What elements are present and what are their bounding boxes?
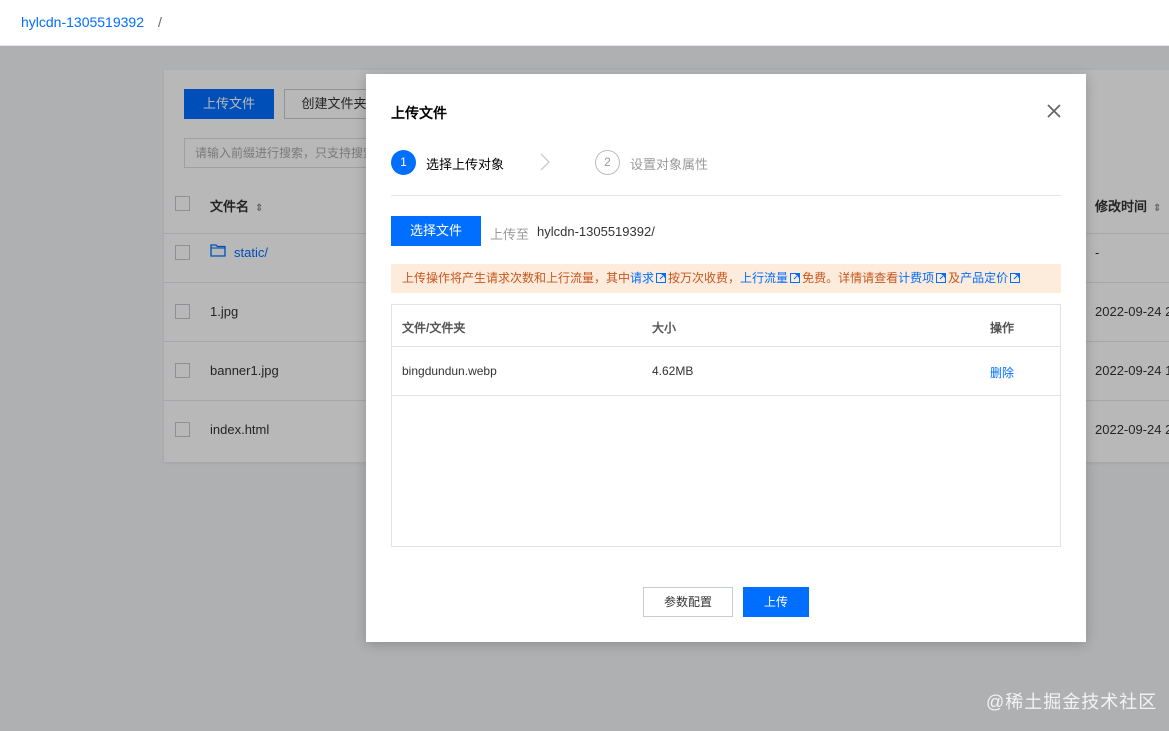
- notice-text: 免费。详情请查看: [802, 271, 899, 285]
- requests-link[interactable]: 请求: [630, 271, 654, 285]
- parameter-config-button[interactable]: 参数配置: [643, 587, 733, 617]
- notice-text: 按万次收费，: [668, 271, 741, 285]
- breadcrumb-bucket[interactable]: hylcdn-1305519392: [21, 14, 144, 30]
- table-row: bingdundun.webp 4.62MB 删除: [392, 347, 1060, 396]
- chevron-right-icon: [540, 153, 550, 171]
- step-1-number: 1: [391, 150, 416, 175]
- column-header-action: 操作: [990, 321, 1015, 335]
- upstream-traffic-link[interactable]: 上行流量: [740, 271, 788, 285]
- dialog-title: 上传文件: [391, 105, 447, 121]
- external-link-icon: [1010, 273, 1021, 283]
- upload-dialog: 上传文件 1 选择上传对象 2 设置对象属性 选择文件 上传至 hylcdn-1…: [366, 74, 1086, 642]
- product-pricing-link[interactable]: 产品定价: [960, 271, 1008, 285]
- step-1-label: 选择上传对象: [426, 157, 505, 172]
- upload-path: hylcdn-1305519392/: [537, 224, 655, 239]
- billing-notice: 上传操作将产生请求次数和上行流量，其中请求 按万次收费，上行流量 免费。详情请查看计…: [391, 264, 1061, 293]
- notice-text: 及: [948, 271, 961, 285]
- file-size: 4.62MB: [652, 364, 694, 378]
- watermark: @稀土掘金技术社区: [986, 692, 1158, 712]
- close-icon[interactable]: [1045, 102, 1063, 120]
- top-bar: hylcdn-1305519392 /: [0, 0, 1169, 46]
- steps-divider: [391, 195, 1061, 196]
- step-2-label: 设置对象属性: [630, 157, 709, 172]
- billing-items-link[interactable]: 计费项: [898, 271, 934, 285]
- external-link-icon: [656, 273, 667, 283]
- table-header: 文件/文件夹 大小 操作: [392, 305, 1060, 347]
- external-link-icon: [790, 273, 801, 283]
- column-header-name: 文件/文件夹: [402, 321, 466, 335]
- column-header-size: 大小: [652, 321, 677, 335]
- delete-link[interactable]: 删除: [990, 364, 1014, 381]
- external-link-icon: [936, 273, 947, 283]
- upload-file-table: 文件/文件夹 大小 操作 bingdundun.webp 4.62MB 删除: [391, 304, 1061, 547]
- upload-to-label: 上传至: [490, 227, 530, 242]
- breadcrumb-separator: /: [158, 14, 162, 30]
- notice-text: 上传操作将产生请求次数和上行流量，其中: [402, 271, 631, 285]
- choose-file-button[interactable]: 选择文件: [391, 216, 481, 246]
- upload-button[interactable]: 上传: [743, 587, 809, 617]
- file-name: bingdundun.webp: [402, 364, 497, 378]
- step-2-number: 2: [595, 150, 620, 175]
